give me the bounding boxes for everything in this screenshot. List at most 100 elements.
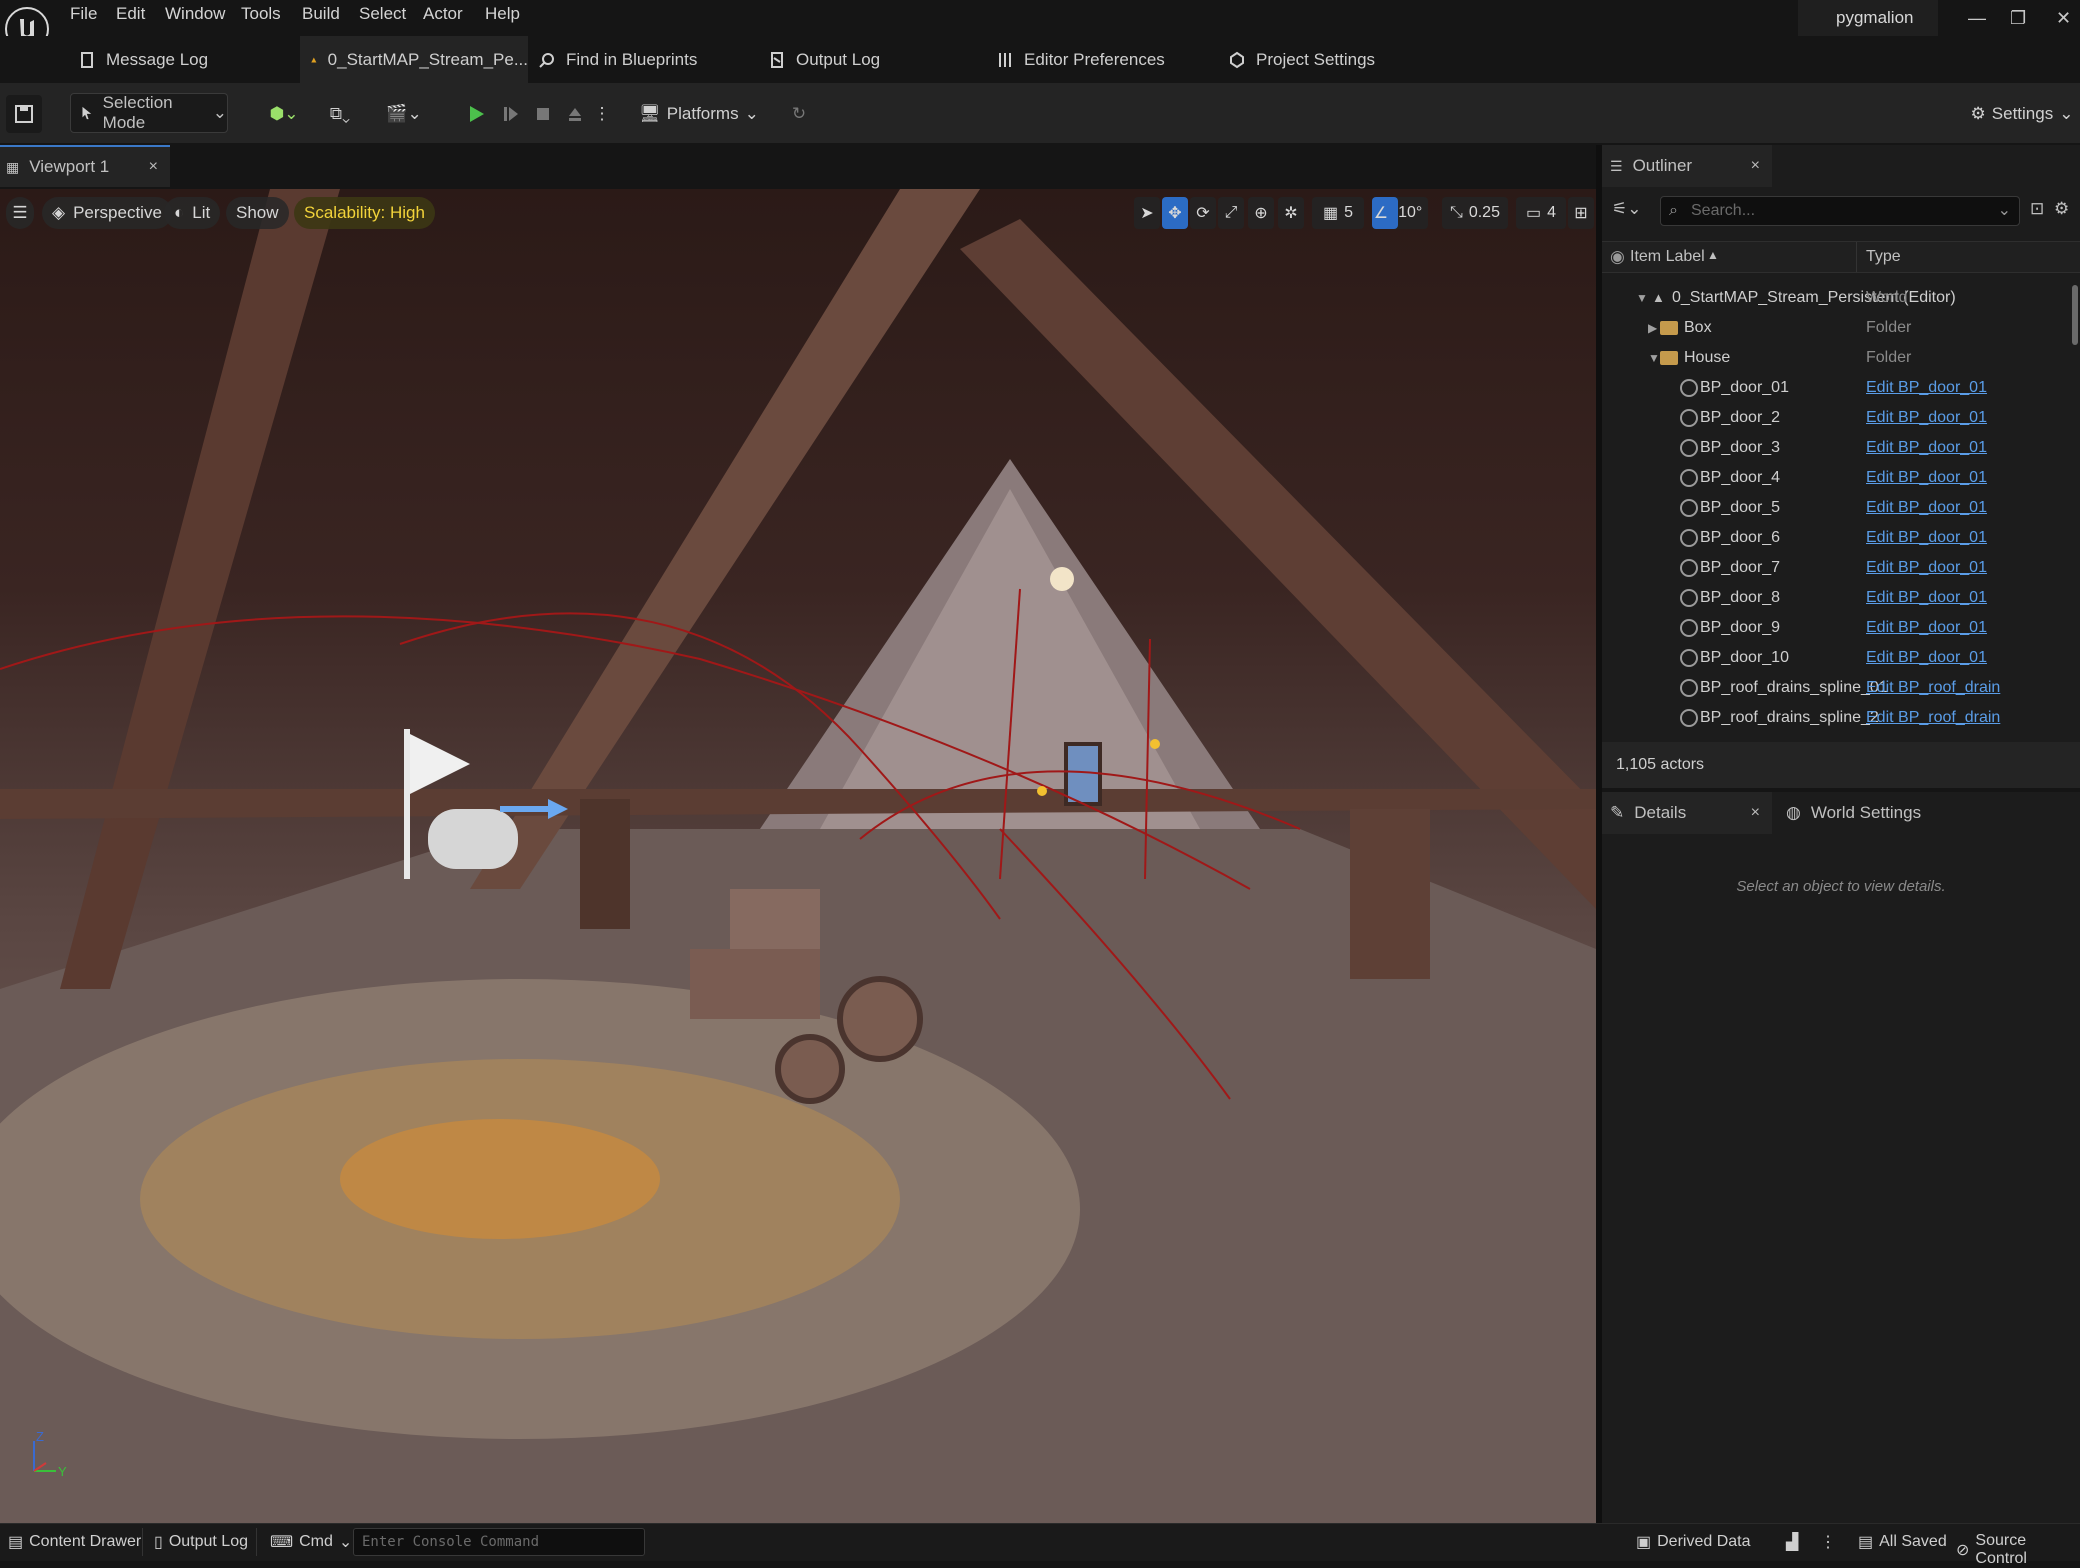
all-saved-button[interactable]: ▤ All Saved xyxy=(1858,1532,1947,1552)
restore-icon[interactable]: ❐ xyxy=(2010,8,2026,29)
cmd-dropdown[interactable]: ⌨ Cmd ⌄ xyxy=(270,1532,352,1552)
edit-blueprint-link[interactable]: Edit BP_roof_drain xyxy=(1866,703,2000,733)
rotation-snap-button[interactable]: ∠ 10° xyxy=(1372,197,1428,229)
step-button[interactable] xyxy=(496,95,526,133)
kebab-menu-icon[interactable]: ⋮ xyxy=(1820,1532,1836,1552)
close-icon[interactable]: × xyxy=(1751,804,1760,822)
menu-build[interactable]: Build xyxy=(302,4,340,24)
signal-bars-icon[interactable]: ▟ xyxy=(1786,1532,1798,1552)
tree-row-actor[interactable]: BP_door_2 Edit BP_door_01 xyxy=(1602,403,2072,433)
expanded-arrow-icon[interactable]: ▼ xyxy=(1636,283,1648,313)
lit-button[interactable]: ◐ Lit xyxy=(164,197,221,229)
edit-blueprint-link[interactable]: Edit BP_door_01 xyxy=(1866,493,1987,523)
edit-blueprint-link[interactable]: Edit BP_door_01 xyxy=(1866,433,1987,463)
console-command-input[interactable]: Enter Console Command xyxy=(353,1528,645,1556)
expanded-arrow-icon[interactable]: ▼ xyxy=(1648,343,1660,373)
stop-button[interactable] xyxy=(528,95,558,133)
add-folder-icon[interactable]: ⊡ xyxy=(2030,199,2044,219)
column-type[interactable]: Type xyxy=(1866,248,1901,266)
menu-select[interactable]: Select xyxy=(359,4,406,24)
viewport-layout-button[interactable]: ⊞ xyxy=(1568,197,1594,229)
edit-blueprint-link[interactable]: Edit BP_door_01 xyxy=(1866,613,1987,643)
level-viewport[interactable]: ☰ ◈ Perspective ◐ Lit Show Scalability: … xyxy=(0,189,1596,1523)
tab-find-in-blueprints[interactable]: Find in Blueprints xyxy=(538,36,697,83)
select-tool-button[interactable]: ➤ xyxy=(1134,197,1160,229)
tab-message-log[interactable]: Message Log xyxy=(74,36,208,83)
column-divider[interactable] xyxy=(1856,242,1857,272)
tab-level-map[interactable]: 0_StartMAP_Stream_Pe... xyxy=(300,36,528,83)
edit-blueprint-link[interactable]: Edit BP_door_01 xyxy=(1866,403,1987,433)
edit-blueprint-link[interactable]: Edit BP_door_01 xyxy=(1866,643,1987,673)
column-item-label[interactable]: Item Label xyxy=(1630,248,1705,266)
tree-row-world[interactable]: ▼ ▲ 0_StartMAP_Stream_Persistent (Editor… xyxy=(1602,283,2072,313)
play-button[interactable] xyxy=(460,95,492,133)
tree-row-actor[interactable]: BP_door_7 Edit BP_door_01 xyxy=(1602,553,2072,583)
rotate-tool-button[interactable]: ⟳ xyxy=(1190,197,1216,229)
tree-row-actor[interactable]: BP_door_5 Edit BP_door_01 xyxy=(1602,493,2072,523)
tree-row-actor[interactable]: BP_roof_drains_spline_2 Edit BP_roof_dra… xyxy=(1602,703,2072,733)
close-icon[interactable]: × xyxy=(1751,157,1760,175)
add-actor-button[interactable]: ⬢⌄ xyxy=(262,95,306,133)
edit-blueprint-link[interactable]: Edit BP_door_01 xyxy=(1866,463,1987,493)
platforms-dropdown[interactable]: 🖥 Platforms ⌄ xyxy=(639,95,759,133)
show-button[interactable]: Show xyxy=(226,197,289,229)
menu-window[interactable]: Window xyxy=(165,4,225,24)
close-icon[interactable]: × xyxy=(149,158,158,176)
edit-blueprint-link[interactable]: Edit BP_door_01 xyxy=(1866,553,1987,583)
refresh-button[interactable]: ↻ xyxy=(784,95,814,133)
visibility-eye-icon[interactable]: ◉ xyxy=(1610,247,1625,267)
world-local-button[interactable]: ⊕ xyxy=(1248,197,1274,229)
selection-mode-dropdown[interactable]: Selection Mode ⌄ xyxy=(70,93,228,133)
tab-editor-preferences[interactable]: Editor Preferences xyxy=(996,36,1165,83)
grid-snap-button[interactable]: ▦ 5 xyxy=(1312,197,1364,229)
menu-edit[interactable]: Edit xyxy=(116,4,145,24)
tree-row-actor[interactable]: BP_roof_drains_spline_01 Edit BP_roof_dr… xyxy=(1602,673,2072,703)
tab-viewport-1[interactable]: ▦ Viewport 1 × xyxy=(0,145,170,187)
eject-button[interactable] xyxy=(560,95,590,133)
source-control-button[interactable]: ⊘ Source Control xyxy=(1956,1532,2080,1568)
tree-row-actor[interactable]: BP_door_3 Edit BP_door_01 xyxy=(1602,433,2072,463)
tab-details[interactable]: ✎ Details × xyxy=(1602,792,1772,834)
cinematics-button[interactable]: 🎬⌄ xyxy=(380,95,428,133)
translate-tool-button[interactable]: ✥ xyxy=(1162,197,1188,229)
camera-speed-button[interactable]: ▭ 4 xyxy=(1516,197,1566,229)
tab-output-log[interactable]: Output Log xyxy=(768,36,880,83)
outliner-search-input[interactable]: ⌕ Search... ⌄ xyxy=(1660,196,2020,226)
edit-blueprint-link[interactable]: Edit BP_roof_drain xyxy=(1866,673,2000,703)
menu-help[interactable]: Help xyxy=(485,4,520,24)
menu-file[interactable]: File xyxy=(70,4,97,24)
tree-row-actor[interactable]: BP_door_9 Edit BP_door_01 xyxy=(1602,613,2072,643)
perspective-button[interactable]: ◈ Perspective xyxy=(42,197,172,229)
edit-blueprint-link[interactable]: Edit BP_door_01 xyxy=(1866,373,1987,403)
gear-icon[interactable]: ⚙ xyxy=(2054,199,2069,219)
tab-world-settings[interactable]: ◍ World Settings xyxy=(1774,792,1974,834)
edit-blueprint-link[interactable]: Edit BP_door_01 xyxy=(1866,583,1987,613)
derived-data-button[interactable]: ▣ Derived Data xyxy=(1636,1532,1751,1552)
tree-row-actor[interactable]: BP_door_4 Edit BP_door_01 xyxy=(1602,463,2072,493)
edit-blueprint-link[interactable]: Edit BP_door_01 xyxy=(1866,523,1987,553)
save-button[interactable] xyxy=(6,95,42,133)
tab-project-settings[interactable]: Project Settings xyxy=(1228,36,1375,83)
play-options-button[interactable]: ⋮ xyxy=(594,95,611,133)
close-window-icon[interactable]: ✕ xyxy=(2056,8,2071,29)
tree-row-actor[interactable]: BP_door_6 Edit BP_door_01 xyxy=(1602,523,2072,553)
surface-snap-button[interactable]: ✲ xyxy=(1278,197,1304,229)
scale-snap-button[interactable]: ⤡ 0.25 xyxy=(1442,197,1508,229)
settings-dropdown[interactable]: ⚙ Settings ⌄ xyxy=(1970,95,2074,133)
scale-tool-button[interactable]: ⤢ xyxy=(1218,197,1244,229)
outliner-scrollbar[interactable] xyxy=(2072,285,2078,345)
tree-row-actor[interactable]: BP_door_8 Edit BP_door_01 xyxy=(1602,583,2072,613)
menu-actor[interactable]: Actor xyxy=(423,4,463,24)
content-drawer-button[interactable]: ▤ Content Drawer xyxy=(8,1532,141,1552)
output-log-button[interactable]: ▯ Output Log xyxy=(154,1532,248,1552)
viewport-menu-button[interactable]: ☰ xyxy=(6,197,34,229)
tree-row-folder-house[interactable]: ▼ House Folder xyxy=(1602,343,2072,373)
scalability-button[interactable]: Scalability: High xyxy=(294,197,435,229)
collapsed-arrow-icon[interactable]: ▶ xyxy=(1648,313,1657,343)
tree-row-folder-box[interactable]: ▶ Box Folder xyxy=(1602,313,2072,343)
minimize-icon[interactable]: — xyxy=(1968,8,1986,29)
blueprint-button[interactable]: ⧉⌄ xyxy=(318,95,362,133)
tab-outliner[interactable]: ☰ Outliner × xyxy=(1602,145,1772,187)
tree-row-actor[interactable]: BP_door_10 Edit BP_door_01 xyxy=(1602,643,2072,673)
menu-tools[interactable]: Tools xyxy=(241,4,281,24)
